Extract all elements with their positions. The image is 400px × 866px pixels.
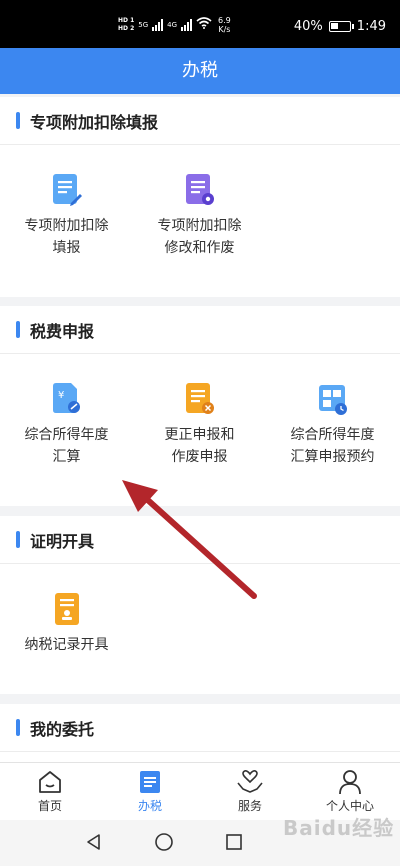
section-title: 专项附加扣除填报 <box>30 112 159 132</box>
home-circle-icon[interactable] <box>154 832 174 852</box>
section-tax-filing: 税费申报 ¥ 综合所得年度 汇算 更正申报和 作废申报 综合所得年度 汇算申报预… <box>0 306 400 506</box>
section-accent-bar <box>16 321 20 338</box>
home-icon <box>39 771 61 793</box>
tab-tax[interactable]: 办税 <box>100 763 200 821</box>
network-indicators: HD 1 HD 2 5G 4G 6.9 K/s <box>118 16 231 34</box>
back-icon[interactable] <box>84 832 104 852</box>
tab-label: 首页 <box>37 799 62 813</box>
status-bar: HD 1 HD 2 5G 4G 6.9 K/s 40% 1:49 <box>0 0 400 48</box>
watermark: Baidu经验 <box>283 816 395 840</box>
speed-unit: K/s <box>218 25 231 34</box>
calendar-clock-icon <box>318 385 347 415</box>
hd1-label: HD 1 <box>118 17 135 24</box>
section-title: 我的委托 <box>30 719 95 739</box>
item-label-line2: 修改和作废 <box>164 240 235 256</box>
signal-2-icon <box>181 19 193 31</box>
item-label-line2: 汇算 <box>52 449 81 465</box>
section-title: 证明开具 <box>30 531 95 551</box>
network-type-1: 5G <box>138 21 149 29</box>
heart-hands-icon <box>237 770 263 793</box>
section-accent-bar <box>16 531 20 548</box>
item-label-line1: 纳税记录开具 <box>24 637 109 653</box>
hd2-label: HD 2 <box>118 25 135 32</box>
item-label-line2: 作废申报 <box>171 449 228 465</box>
item-label-line1: 更正申报和 <box>164 427 235 443</box>
wifi-icon <box>196 17 212 33</box>
network-speed: 6.9 K/s <box>218 16 231 34</box>
section-accent-bar <box>16 112 20 129</box>
yuan-document-icon: ¥ <box>52 383 80 413</box>
battery-percent: 40% <box>293 19 323 34</box>
tab-label: 服务 <box>237 799 262 813</box>
item-annual-settlement[interactable]: ¥ 综合所得年度 汇算 <box>0 382 133 468</box>
item-label-line1: 综合所得年度 <box>290 427 375 443</box>
section-special-deduction: 专项附加扣除填报 专项附加扣除 填报 专项附加扣除 修改和作废 <box>0 97 400 297</box>
section-header[interactable]: 我的委托 <box>0 704 400 752</box>
edit-document-icon <box>52 174 82 206</box>
tax-document-icon <box>140 771 160 793</box>
item-label-line1: 专项附加扣除 <box>157 218 242 234</box>
item-label-line1: 专项附加扣除 <box>24 218 109 234</box>
person-icon <box>339 770 361 795</box>
clock: 1:49 <box>356 19 386 34</box>
settings-document-icon <box>185 174 214 205</box>
section-certificates: 证明开具 纳税记录开具 <box>0 516 400 694</box>
signal-1-icon <box>152 19 164 31</box>
tab-label: 办税 <box>137 799 162 813</box>
recent-apps-icon[interactable] <box>224 832 244 852</box>
section-header: 税费申报 <box>0 306 400 354</box>
status-right: 40% 1:49 <box>294 19 386 34</box>
app-header: 办税 <box>0 48 400 94</box>
item-label-line1: 综合所得年度 <box>24 427 109 443</box>
network-type-2: 4G <box>167 21 178 29</box>
item-label-line2: 汇算申报预约 <box>290 449 375 465</box>
section-header: 证明开具 <box>0 516 400 564</box>
item-settlement-appointment[interactable]: 综合所得年度 汇算申报预约 <box>266 382 399 468</box>
speed-value: 6.9 <box>218 16 231 25</box>
section-header: 专项附加扣除填报 <box>0 97 400 145</box>
section-accent-bar <box>16 719 20 736</box>
item-special-deduction-modify[interactable]: 专项附加扣除 修改和作废 <box>133 173 266 259</box>
svg-text:¥: ¥ <box>58 390 64 401</box>
page-title: 办税 <box>182 60 218 81</box>
tab-home[interactable]: 首页 <box>0 763 100 821</box>
item-correct-cancel-filing[interactable]: 更正申报和 作废申报 <box>133 382 266 468</box>
battery-icon <box>328 21 354 32</box>
item-tax-record-certificate[interactable]: 纳税记录开具 <box>0 592 133 656</box>
hd-indicator: HD 1 HD 2 <box>118 17 134 33</box>
section-my-delegation: 我的委托 <box>0 704 400 762</box>
section-title: 税费申报 <box>30 321 95 341</box>
tab-label: 个人中心 <box>325 799 374 813</box>
item-special-deduction-fill[interactable]: 专项附加扣除 填报 <box>0 173 133 259</box>
cancel-document-icon <box>185 383 214 414</box>
item-label-line2: 填报 <box>52 240 81 256</box>
certificate-icon <box>54 593 79 625</box>
